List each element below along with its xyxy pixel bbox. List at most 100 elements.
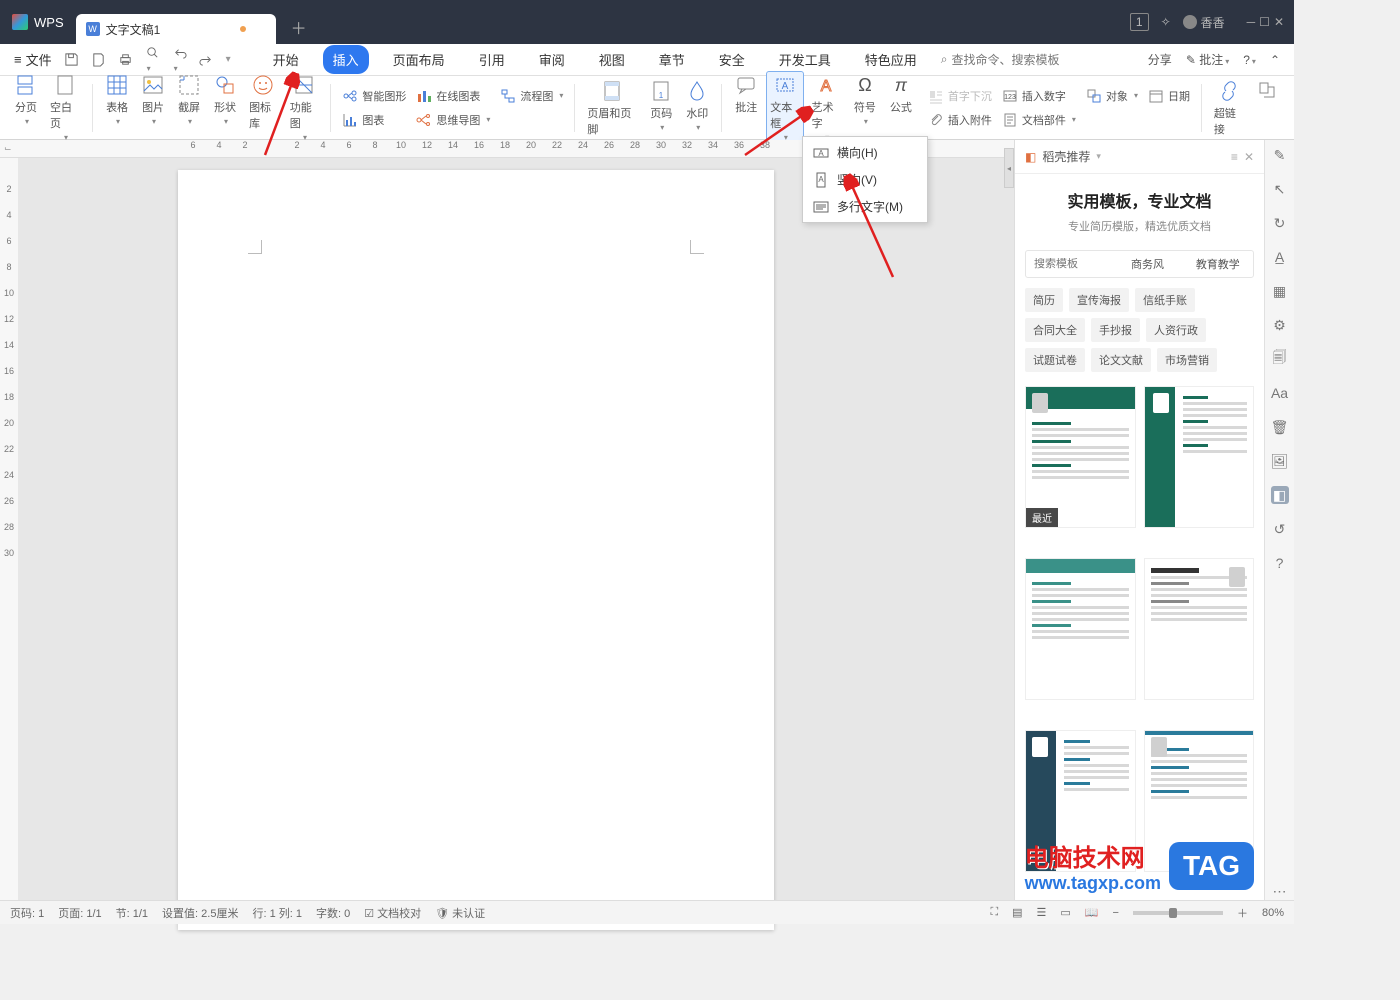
watermark-button[interactable]: 水印 [681,77,713,134]
review-button[interactable]: ✎ 批注 [1186,51,1229,68]
blank-page-button[interactable]: 空白页 [46,71,84,144]
rail-delete-icon[interactable]: 🗑 [1271,418,1289,436]
menu-tab-2[interactable]: 页面布局 [383,45,455,74]
zoom-slider[interactable] [1133,911,1223,915]
rail-format-icon[interactable]: ✎ [1271,146,1289,164]
zoom-in-button[interactable]: ＋ [1237,905,1248,921]
status-section[interactable]: 节: 1/1 [116,905,148,921]
picture-button[interactable]: 图片 [137,71,169,128]
page-number-button[interactable]: 1页码 [645,77,677,134]
rail-styles-icon[interactable]: Aa [1271,384,1289,402]
rail-refresh-icon[interactable]: ↻ [1271,214,1289,232]
template-tag[interactable]: 论文文献 [1091,348,1151,372]
chart-button[interactable]: 图表 [339,110,409,130]
date-button[interactable]: 日期 [1145,86,1193,106]
rail-help-icon[interactable]: ? [1271,554,1289,572]
maximize-button[interactable]: ☐ [1259,15,1270,29]
menu-tab-6[interactable]: 章节 [649,45,695,74]
template-tag[interactable]: 人资行政 [1146,318,1206,342]
rail-options-icon[interactable]: ⚙ [1271,316,1289,334]
template-tag[interactable]: 市场营销 [1157,348,1217,372]
doc-parts-button[interactable]: 文档部件 [999,110,1079,130]
status-view-page-icon[interactable]: ▤ [1012,906,1022,919]
saveas-icon[interactable] [91,52,106,67]
minimize-button[interactable]: ─ [1247,15,1256,29]
close-button[interactable]: ✕ [1274,15,1284,29]
document-tab[interactable]: W 文字文稿1 [76,14,276,44]
hyperlink-button[interactable]: 超链接 [1210,77,1248,139]
status-view-outline-icon[interactable]: ☰ [1037,906,1047,919]
redo-button[interactable] [199,52,214,67]
status-wordcount[interactable]: 字数: 0 [316,905,350,921]
menu-tab-1[interactable]: 插入 [323,45,369,74]
flowchart-button[interactable]: 流程图 [497,86,566,106]
template-tag[interactable]: 宣传海报 [1069,288,1129,312]
status-rowcol[interactable]: 行: 1 列: 1 [252,905,302,921]
mindmap-button[interactable]: 思维导图 [413,110,493,130]
user-button[interactable]: 香香 [1183,14,1225,31]
shape-button[interactable]: 形状 [209,71,241,128]
status-fullscreen-icon[interactable]: ⛶ [990,906,998,919]
rail-select-icon[interactable]: ↖ [1271,180,1289,198]
ruler-tab-icon[interactable]: ⌙ [4,143,12,154]
menu-tab-5[interactable]: 视图 [589,45,635,74]
new-tab-button[interactable]: ＋ [284,12,314,42]
rail-docer-icon[interactable]: ◧ [1271,486,1289,504]
template-thumbnail[interactable] [1144,558,1255,700]
insert-number-button[interactable]: 123插入数字 [999,86,1079,106]
document-page[interactable] [178,170,774,930]
menu-tab-4[interactable]: 审阅 [529,45,575,74]
rail-history-icon[interactable]: ↺ [1271,520,1289,538]
rail-table-icon[interactable]: ▦ [1271,282,1289,300]
formula-button[interactable]: π公式 [885,71,917,117]
screenshot-button[interactable]: 截屏 [173,71,205,128]
vertical-ruler[interactable]: 24681012141618202224262830 [0,158,18,900]
template-tab-business[interactable]: 商务风 [1112,251,1182,277]
symbol-button[interactable]: Ω符号 [849,71,881,128]
rail-clipboard-icon[interactable]: 🗐 [1271,350,1289,368]
template-search-input[interactable] [1026,251,1112,277]
template-search-field[interactable] [1034,258,1104,270]
zoom-out-button[interactable]: − [1113,907,1119,919]
print-icon[interactable] [118,52,133,67]
insert-attachment-button[interactable]: 插入附件 [925,110,995,130]
status-auth[interactable]: 🛡 未认证 [435,905,485,921]
status-view-web-icon[interactable]: ▭ [1060,906,1070,919]
app-logo[interactable]: WPS [0,14,76,30]
template-tag[interactable]: 简历 [1025,288,1063,312]
online-chart-button[interactable]: 在线图表 [413,86,493,106]
status-page[interactable]: 页面: 1/1 [58,905,101,921]
template-tag[interactable]: 合同大全 [1025,318,1085,342]
textbox-horizontal-item[interactable]: A 横向(H) [803,139,927,166]
smart-shape-button[interactable]: 智能图形 [339,86,409,106]
zoom-value[interactable]: 80% [1262,907,1284,919]
template-tag[interactable]: 信纸手账 [1135,288,1195,312]
status-proofing[interactable]: ☑ 文档校对 [364,905,421,921]
help-button[interactable]: ? [1243,53,1256,67]
panel-close-icon[interactable]: ✕ [1244,150,1254,164]
rail-textwrap-icon[interactable]: A̲ [1271,248,1289,266]
status-setval[interactable]: 设置值: 2.5厘米 [162,905,238,921]
template-thumbnail[interactable] [1144,386,1255,528]
chevron-down-icon[interactable]: ▾ [1096,151,1101,162]
status-page-no[interactable]: 页码: 1 [10,905,44,921]
panel-settings-icon[interactable]: ≡ [1231,150,1238,164]
page-break-button[interactable]: 分页 [10,71,42,128]
collapse-ribbon-button[interactable]: ⌃ [1270,53,1280,67]
command-search[interactable]: ⌕ 查找命令、搜索模板 [941,51,1060,68]
crossref-button[interactable] [1252,77,1284,105]
header-footer-button[interactable]: 页眉和页脚 [583,77,641,139]
template-tab-education[interactable]: 教育教学 [1183,251,1253,277]
template-thumbnail[interactable]: 最近 [1025,386,1136,528]
template-tag[interactable]: 手抄报 [1091,318,1140,342]
menu-tab-3[interactable]: 引用 [469,45,515,74]
share-button[interactable]: 分享 [1148,51,1172,68]
panel-collapse-button[interactable]: ◂ [1004,148,1014,188]
qa-dropdown[interactable]: ▾ [226,54,231,65]
table-button[interactable]: 表格 [101,71,133,128]
save-icon[interactable] [64,52,79,67]
skin-icon[interactable]: ✧ [1161,15,1171,29]
object-button[interactable]: 对象 [1083,86,1141,106]
template-thumbnail[interactable] [1025,558,1136,700]
rail-more-icon[interactable]: ⋯ [1271,882,1289,900]
